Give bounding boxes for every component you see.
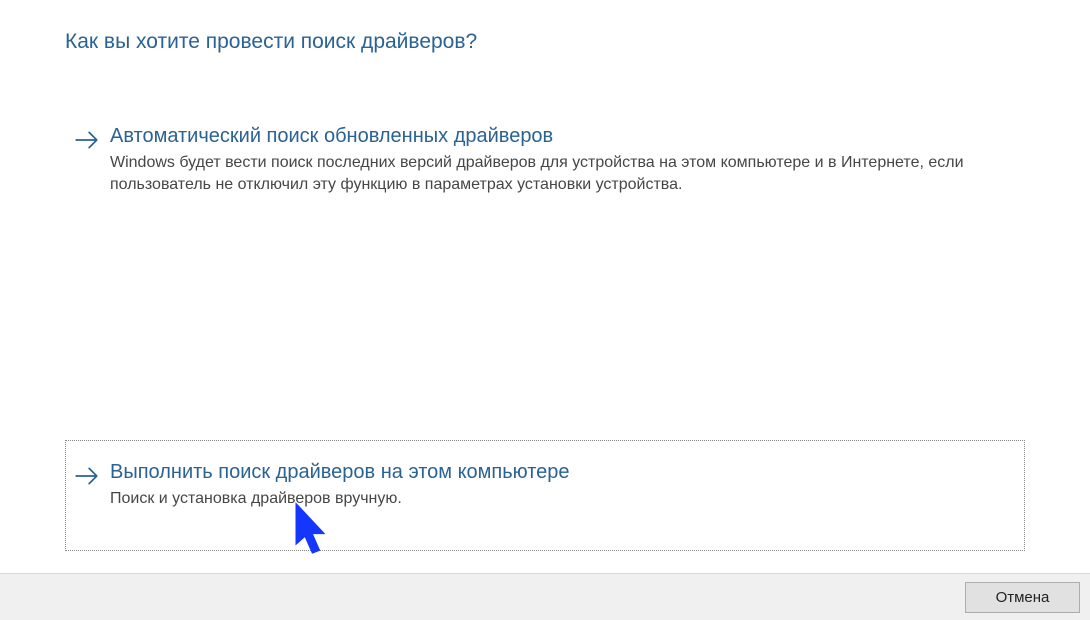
cancel-button[interactable]: Отмена [965, 582, 1080, 613]
page-title: Как вы хотите провести поиск драйверов? [65, 30, 1025, 54]
option-title: Выполнить поиск драйверов на этом компью… [110, 459, 1018, 486]
option-text: Выполнить поиск драйверов на этом компью… [110, 459, 1018, 510]
arrow-right-icon [74, 463, 100, 489]
option-description: Поиск и установка драйверов вручную. [110, 488, 980, 510]
option-title: Автоматический поиск обновленных драйвер… [110, 123, 1018, 150]
arrow-right-icon [74, 127, 100, 153]
option-text: Автоматический поиск обновленных драйвер… [110, 123, 1018, 197]
dialog-content: Как вы хотите провести поиск драйверов? … [0, 0, 1090, 573]
option-description: Windows будет вести поиск последних верс… [110, 152, 980, 197]
option-browse-computer[interactable]: Выполнить поиск драйверов на этом компью… [65, 440, 1025, 551]
dialog-footer: Отмена [0, 573, 1090, 620]
option-auto-search[interactable]: Автоматический поиск обновленных драйвер… [65, 112, 1025, 212]
